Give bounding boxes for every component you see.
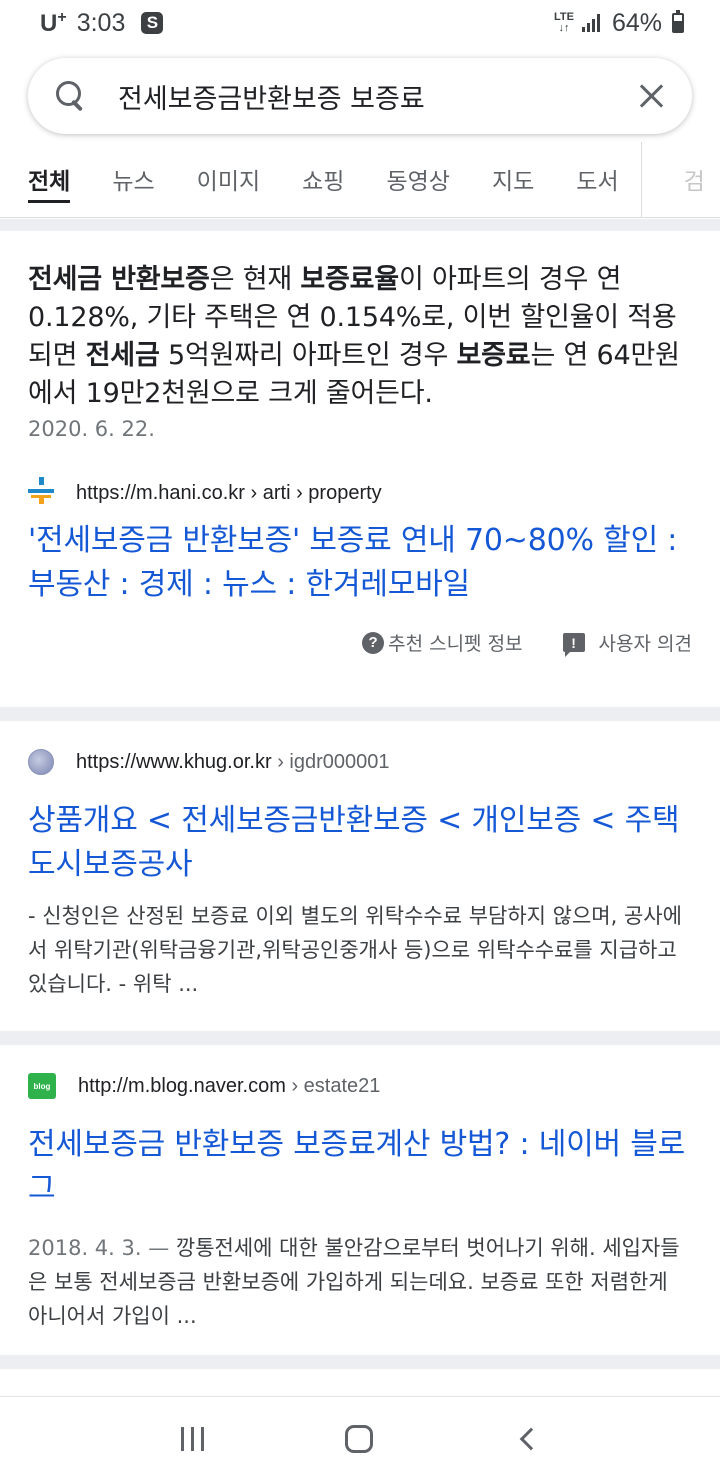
featured-snippet: 전세금 반환보증은 현재 보증료율이 아파트의 경우 연 0.128%, 기타 … [0,231,720,707]
about-snippet-label: 추천 스니펫 정보 [388,633,523,655]
search-result: blog http://m.blog.naver.com › estate21 … [0,1045,720,1355]
search-bar[interactable] [28,58,692,134]
snippet-text: 전세금 반환보증은 현재 보증료율이 아파트의 경우 연 0.128%, 기타 … [28,264,680,409]
result-title-link[interactable]: 전세보증금 반환보증 보증료계산 방법? : 네이버 블로그 [28,1123,692,1211]
system-nav-bar [0,1396,720,1480]
snippet-date: 2020. 6. 22. [28,417,155,441]
status-bar: U+ 3:03 S LTE ↓↑ 64% [0,0,720,46]
snippet-url-row[interactable]: https://m.hani.co.kr › arti › property [28,477,692,509]
tab-more[interactable]: 검 [684,140,705,217]
result-url: http://m.blog.naver.com [78,1074,286,1097]
tab-books[interactable]: 도서 [576,140,618,217]
tab-images[interactable]: 이미지 [197,140,260,217]
section-gap [0,1031,720,1045]
naver-blog-favicon-icon: blog [28,1073,56,1099]
clear-icon[interactable] [636,80,668,112]
status-right: LTE ↓↑ 64% [554,9,684,38]
globe-favicon-icon [28,749,54,775]
about-snippet-button[interactable]: ? 추천 스니펫 정보 [362,629,523,656]
result-title-link[interactable]: 상품개요 < 전세보증금반환보증 < 개인보증 < 주택도시보증공사 [28,799,692,887]
battery-percent: 64% [611,8,662,37]
result-breadcrumb: › estate21 [291,1074,381,1097]
feedback-icon: ! [562,633,585,657]
result-description: - 신청인은 산정된 보증료 이외 별도의 위탁수수료 부담하지 않으며, 공사… [28,904,682,996]
hani-favicon-icon [28,477,54,509]
home-icon[interactable] [345,1424,374,1453]
carrier-label: U+ [40,8,67,37]
section-gap [0,707,720,721]
snippet-url: https://m.hani.co.kr [76,481,245,504]
tab-all[interactable]: 전체 [28,140,71,217]
tab-shopping[interactable]: 쇼핑 [302,140,344,217]
result-url-row[interactable]: https://www.khug.or.kr › igdr000001 [28,749,692,775]
snippet-title-link[interactable]: '전세보증금 반환보증' 보증료 연내 70~80% 할인 : 부동산 : 경제… [28,519,692,607]
back-icon[interactable] [519,1427,543,1450]
feedback-button[interactable]: ! 사용자 의견 [562,629,692,657]
snippet-feedback-row: ? 추천 스니펫 정보 ! 사용자 의견 [28,629,692,657]
search-result: https://www.khug.or.kr › igdr000001 상품개요… [0,721,720,1031]
help-icon: ? [362,631,385,654]
tab-maps[interactable]: 지도 [492,140,534,217]
signal-icon [581,14,600,32]
tab-news[interactable]: 뉴스 [112,140,154,217]
snippet-breadcrumb: › arti › property [250,481,382,504]
search-tabs: 전체 뉴스 이미지 쇼핑 동영상 지도 도서 검 [0,140,720,218]
samsung-s-icon: S [141,12,164,34]
search-icon[interactable] [52,78,88,114]
tab-videos[interactable]: 동영상 [386,140,449,217]
section-gap [0,219,720,231]
tab-divider [640,142,642,217]
recent-apps-icon[interactable] [180,1426,204,1451]
result-description: 2018. 4. 3. — 깡통전세에 대한 불안감으로부터 벗어나기 위해. … [28,1236,680,1328]
result-breadcrumb: › igdr000001 [277,750,390,773]
clock: 3:03 [76,8,126,37]
battery-icon [672,10,684,33]
lte-icon: LTE ↓↑ [553,11,574,34]
status-left: U+ 3:03 S [40,8,164,38]
section-gap [0,1355,720,1369]
result-url: https://www.khug.or.kr [76,750,272,773]
feedback-label: 사용자 의견 [598,633,692,655]
result-url-row[interactable]: blog http://m.blog.naver.com › estate21 [28,1073,692,1099]
result-date: 2018. 4. 3. — [28,1236,170,1260]
search-input[interactable] [118,80,636,112]
